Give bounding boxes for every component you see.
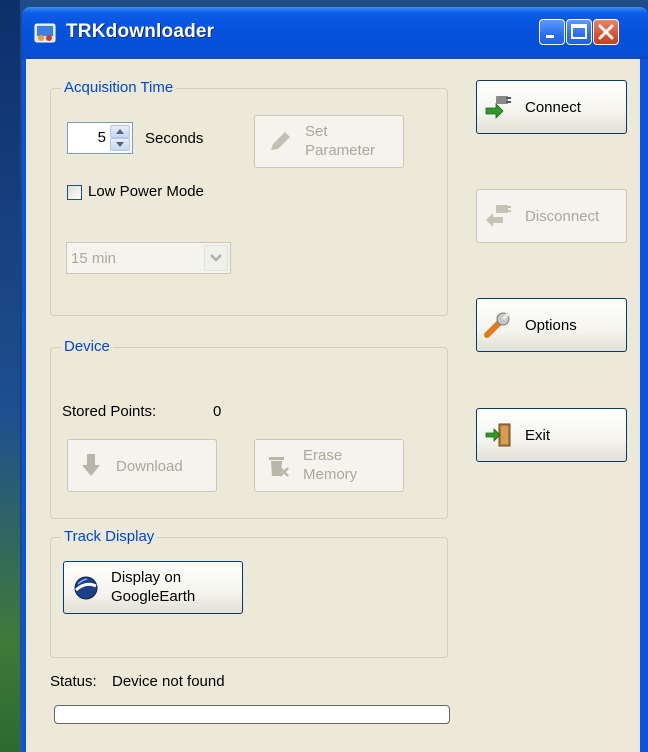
- exit-button[interactable]: Exit: [476, 408, 627, 462]
- wrench-icon: [484, 311, 511, 338]
- download-arrow-icon: [82, 454, 100, 476]
- plug-disconnect-icon: [486, 205, 511, 227]
- trash-icon: [269, 457, 289, 477]
- interval-value: 15 min: [71, 250, 117, 267]
- options-label: Options: [525, 317, 577, 334]
- low-power-label: Low Power Mode: [88, 183, 204, 200]
- app-icon: [34, 23, 56, 43]
- options-button[interactable]: Options: [476, 298, 627, 352]
- low-power-checkbox[interactable]: [67, 185, 82, 200]
- exit-label: Exit: [525, 427, 551, 444]
- set-parameter-button[interactable]: Set Parameter: [254, 115, 404, 168]
- chevron-down-icon: [210, 254, 222, 262]
- acquisition-time-label: Acquisition Time: [61, 79, 177, 96]
- maximize-icon: [571, 24, 587, 39]
- stored-points-value: 0: [213, 403, 222, 420]
- arrow-down-icon: [116, 142, 124, 147]
- progress-bar: [54, 705, 450, 724]
- google-earth-icon: [74, 576, 98, 600]
- connect-label: Connect: [525, 99, 581, 116]
- stepper-down-button[interactable]: [110, 138, 130, 151]
- display-google-earth-button[interactable]: Display on GoogleEarth: [63, 561, 243, 614]
- close-icon: [598, 24, 614, 40]
- download-label: Download: [116, 458, 183, 475]
- display-google-earth-label-line2: GoogleEarth: [111, 588, 196, 605]
- stepper-up-button[interactable]: [110, 125, 130, 138]
- desktop-background: [0, 0, 20, 752]
- disconnect-label: Disconnect: [525, 208, 600, 225]
- title-bar[interactable]: TRKdownloader: [22, 7, 648, 59]
- track-display-label: Track Display: [61, 528, 158, 545]
- seconds-stepper[interactable]: 5: [67, 122, 133, 154]
- seconds-label: Seconds: [145, 130, 204, 147]
- minimize-icon: [546, 35, 554, 38]
- minimize-button[interactable]: [539, 19, 565, 45]
- status-text: Device not found: [112, 673, 225, 690]
- seconds-value: 5: [97, 129, 106, 146]
- stored-points-label: Stored Points:: [62, 403, 157, 420]
- set-parameter-label-line2: Parameter: [305, 142, 376, 159]
- status-label: Status:: [50, 673, 97, 690]
- select-dropdown-button[interactable]: [204, 245, 228, 271]
- device-group: Device: [50, 338, 448, 519]
- maximize-button[interactable]: [566, 19, 592, 45]
- close-button[interactable]: [593, 19, 619, 45]
- erase-memory-label-line2: Memory: [303, 466, 358, 483]
- pencil-icon: [271, 132, 290, 150]
- exit-door-icon: [485, 423, 511, 447]
- interval-select[interactable]: 15 min: [66, 242, 231, 274]
- window-title: TRKdownloader: [66, 21, 215, 42]
- app-window: TRKdownloader Acquisition Time 5 Seconds…: [22, 7, 648, 752]
- set-parameter-label-line1: Set: [305, 123, 328, 140]
- erase-memory-button[interactable]: Erase Memory: [254, 439, 404, 492]
- device-label: Device: [61, 338, 113, 355]
- connect-button[interactable]: Connect: [476, 80, 627, 134]
- download-button[interactable]: Download: [67, 439, 217, 492]
- disconnect-button[interactable]: Disconnect: [476, 189, 627, 243]
- plug-connect-icon: [485, 96, 511, 119]
- display-google-earth-label-line1: Display on: [111, 569, 182, 586]
- client-area: Acquisition Time 5 Seconds Set Parameter: [26, 59, 640, 752]
- arrow-up-icon: [116, 129, 124, 134]
- erase-memory-label-line1: Erase: [303, 447, 343, 464]
